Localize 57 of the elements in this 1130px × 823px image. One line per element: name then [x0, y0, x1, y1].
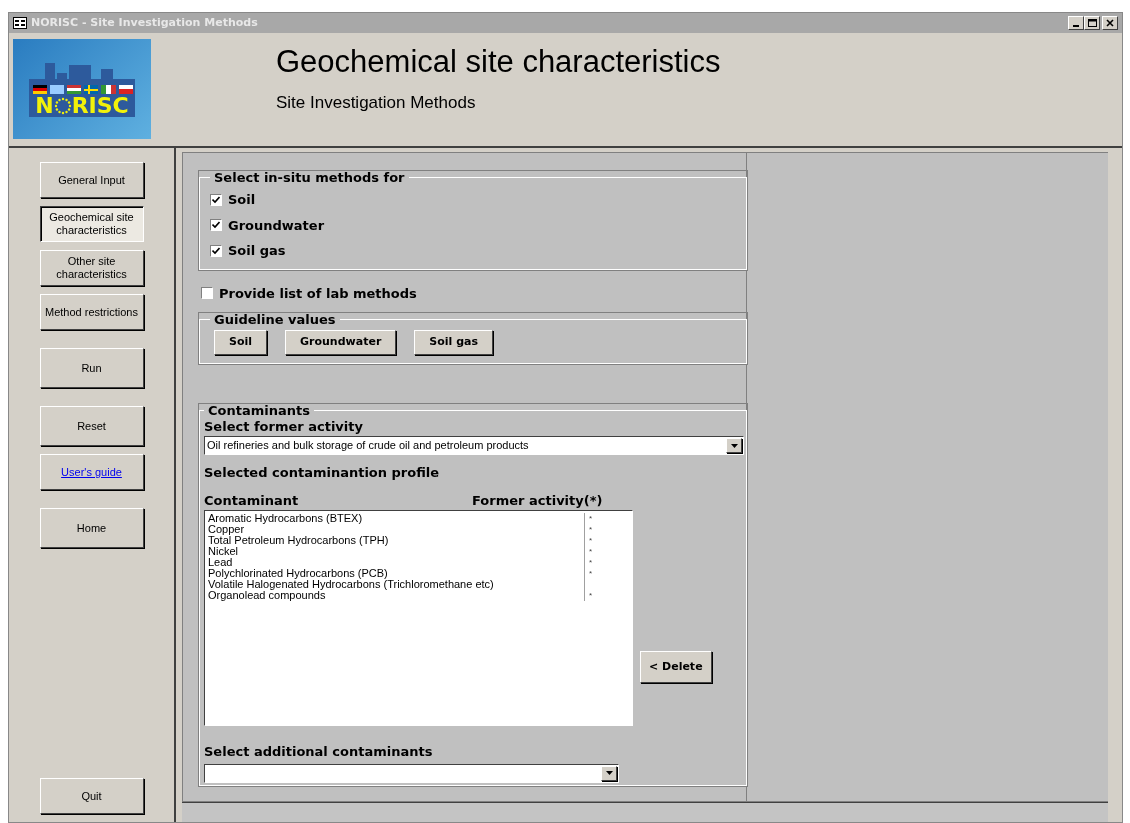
nav-button[interactable]: Method restrictions: [39, 294, 144, 330]
list-item[interactable]: Organolead compounds: [208, 590, 584, 602]
nav-button[interactable]: General Input: [39, 162, 144, 198]
checkbox[interactable]: [210, 244, 222, 257]
nav-button[interactable]: Geochemical site characteristics: [39, 206, 144, 242]
activity-mark: *: [584, 524, 593, 536]
star-ring-icon: [53, 97, 72, 115]
page-subtitle: Site Investigation Methods: [276, 92, 477, 115]
checkbox[interactable]: [210, 193, 222, 206]
activity-mark: *: [584, 557, 593, 569]
activity-mark: *: [584, 568, 593, 580]
list-item[interactable]: Polychlorinated Hydrocarbons (PCB): [208, 568, 584, 580]
page-title: Geochemical site characteristics: [276, 43, 721, 81]
quit-button[interactable]: Quit: [39, 778, 144, 814]
list-item[interactable]: Copper: [208, 524, 584, 536]
column-header: Contaminant: [204, 491, 300, 510]
minimize-button[interactable]: [1068, 16, 1084, 30]
list-item[interactable]: Nickel: [208, 546, 584, 558]
guideline-button[interactable]: Groundwater: [285, 330, 397, 355]
app-icon: [13, 17, 27, 29]
logo-text: N: [35, 95, 54, 117]
logo-text: RISC: [71, 95, 129, 117]
checkbox-label: Groundwater: [228, 216, 325, 235]
close-button[interactable]: [1102, 16, 1118, 30]
section-label: Selected contaminantion profile: [204, 464, 441, 483]
list-item[interactable]: Volatile Halogenated Hydrocarbons (Trichloromethane etc): [208, 579, 584, 591]
dropdown-field[interactable]: [204, 763, 619, 783]
nav-button[interactable]: Reset: [39, 406, 144, 446]
activity-mark: *: [584, 513, 593, 525]
activity-mark: *: [584, 590, 593, 602]
list-item[interactable]: Aromatic Hydrocarbons (BTEX): [208, 513, 584, 525]
activity-mark: *: [584, 535, 593, 547]
guide-link-button[interactable]: User's guide: [39, 454, 144, 490]
field-label: Select additional contaminants: [204, 743, 434, 762]
column-header: Former activity(*): [472, 491, 603, 510]
checkbox-label: Soil: [228, 191, 256, 209]
nav-button[interactable]: Other site characteristics: [39, 250, 144, 286]
maximize-button[interactable]: [1084, 16, 1100, 30]
delete-button[interactable]: < Delete: [640, 650, 712, 684]
contaminant-list[interactable]: [204, 510, 633, 727]
list-item[interactable]: Lead: [208, 557, 584, 569]
window-title: NORISC - Site Investigation Methods: [31, 14, 258, 31]
nav-button[interactable]: Run: [39, 348, 144, 388]
field-label: Select former activity: [204, 417, 364, 436]
guideline-button[interactable]: Soil gas: [414, 330, 493, 355]
guideline-button[interactable]: Soil: [214, 330, 268, 355]
maximize-icon: [1087, 18, 1097, 28]
checkbox-label: Provide list of lab methods: [219, 284, 417, 303]
checkbox[interactable]: [210, 219, 222, 232]
close-icon: [1105, 18, 1115, 28]
activity-mark: *: [584, 546, 593, 558]
dropdown-field[interactable]: Oil refineries and bulk storage of crude oil and petroleum products: [204, 436, 744, 456]
checkbox-label: Soil gas: [228, 242, 286, 260]
nav-button[interactable]: Home: [39, 508, 144, 548]
minimize-icon: [1073, 25, 1079, 27]
checkbox[interactable]: [201, 287, 213, 300]
list-item[interactable]: Total Petroleum Hydrocarbons (TPH): [208, 535, 584, 547]
